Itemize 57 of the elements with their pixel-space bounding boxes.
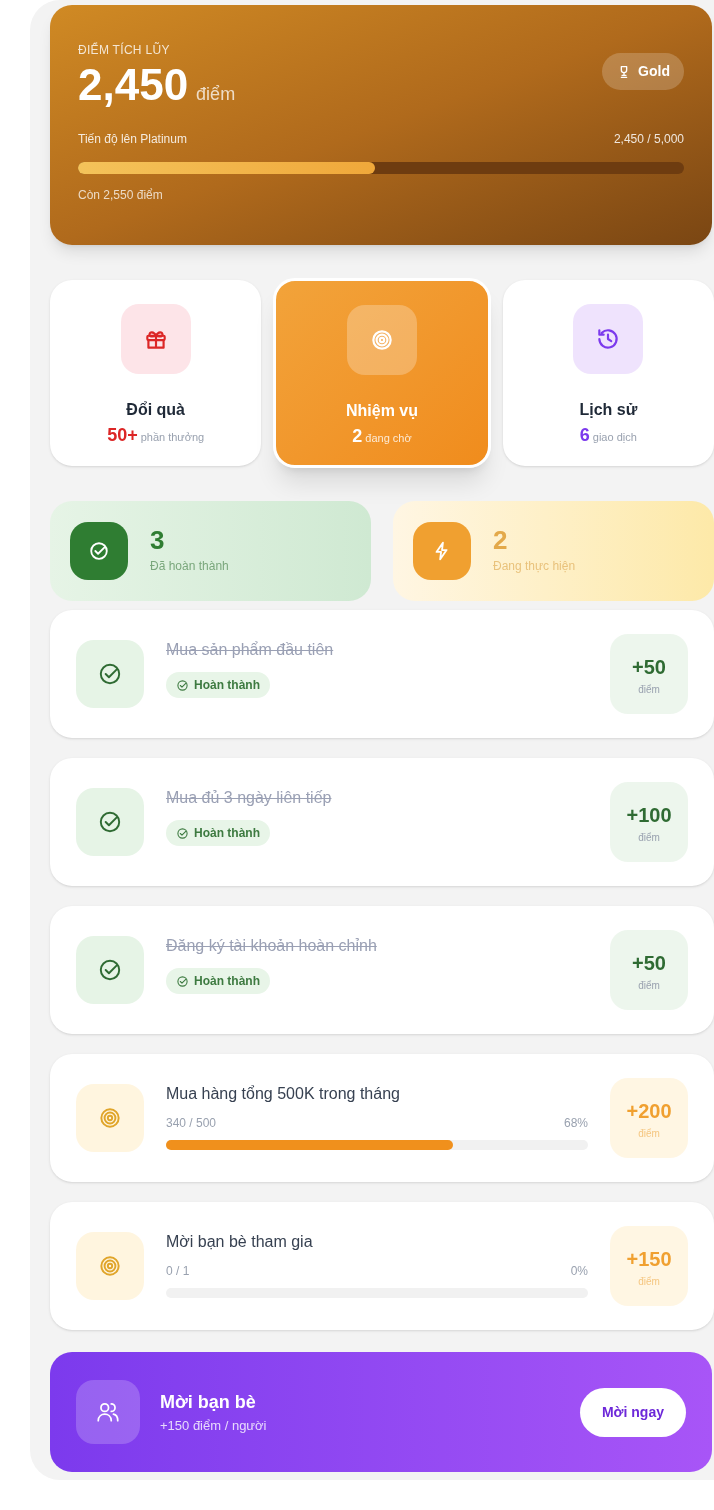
reward-unit: điểm bbox=[638, 1274, 660, 1289]
nav-count: 50+ bbox=[107, 424, 138, 447]
stat-count: 2 bbox=[493, 527, 509, 553]
points-value: 2,450 bbox=[78, 63, 189, 107]
status-badge: Hoàn thành bbox=[166, 820, 270, 846]
nav-card[interactable]: Đổi quà 50+ phần thưởng bbox=[50, 280, 262, 466]
progress-percent: 68% bbox=[563, 1115, 588, 1132]
task-title: Mua sản phẩm đầu tiên bbox=[166, 640, 335, 660]
invite-subtitle: +150 điểm / người bbox=[160, 1416, 268, 1435]
stat-label: Đang thực hiện bbox=[493, 558, 576, 575]
stat-label: Đã hoàn thành bbox=[150, 558, 229, 575]
reward-unit: điểm bbox=[638, 978, 660, 993]
tier-badge: Gold bbox=[602, 53, 684, 90]
nav-title: Lịch sử bbox=[579, 400, 638, 420]
target-icon bbox=[369, 327, 395, 353]
progress-percent: 0% bbox=[570, 1263, 588, 1280]
check-circle-icon bbox=[176, 678, 189, 692]
reward-unit: điểm bbox=[638, 1126, 660, 1141]
task-title: Mua đủ 3 ngày liên tiếp bbox=[166, 788, 333, 808]
progress-reading: 340 / 500 bbox=[166, 1115, 217, 1132]
check-circle-icon bbox=[97, 957, 123, 983]
reward-unit: điểm bbox=[638, 830, 660, 845]
status-badge: Hoàn thành bbox=[166, 968, 270, 994]
reward-points: +200 bbox=[626, 1098, 672, 1124]
progress-reading: 0 / 1 bbox=[166, 1263, 190, 1280]
reward-points: +100 bbox=[626, 802, 672, 828]
nav-count: 2 bbox=[352, 425, 363, 448]
card-label: ĐIỂM TÍCH LŨY bbox=[78, 41, 171, 59]
check-circle-icon bbox=[97, 661, 123, 687]
reward-points: +50 bbox=[632, 950, 666, 976]
task-title: Mời bạn bè tham gia bbox=[166, 1232, 314, 1252]
task-title: Đăng ký tài khoản hoàn chỉnh bbox=[166, 936, 378, 956]
nav-title: Đổi quà bbox=[126, 400, 185, 420]
check-circle-icon bbox=[88, 540, 110, 562]
target-icon bbox=[97, 1105, 123, 1131]
progress-label: Tiến độ lên Platinum bbox=[78, 131, 187, 148]
status-badge: Hoàn thành bbox=[166, 672, 270, 698]
progress-reading: 2,450 / 5,000 bbox=[613, 131, 684, 148]
target-icon bbox=[97, 1253, 123, 1279]
nav-caption: giao dịch bbox=[592, 430, 637, 445]
stat-count: 3 bbox=[150, 527, 166, 553]
reward-points: +150 bbox=[626, 1246, 672, 1272]
nav-count: 6 bbox=[579, 424, 590, 447]
check-circle-icon bbox=[176, 826, 189, 840]
invite-title: Mời bạn bè bbox=[160, 1390, 257, 1414]
check-circle-icon bbox=[97, 809, 123, 835]
reward-points: +50 bbox=[632, 654, 666, 680]
points-unit: điểm bbox=[196, 83, 236, 106]
task-title: Mua hàng tổng 500K trong tháng bbox=[166, 1084, 401, 1104]
nav-card[interactable]: Lịch sử 6 giao dịch bbox=[502, 280, 714, 466]
check-circle-icon bbox=[176, 974, 189, 988]
nav-title: Nhiệm vụ bbox=[346, 401, 418, 421]
nav-caption: đang chờ bbox=[365, 431, 412, 446]
remaining-text: Còn 2,550 điểm bbox=[78, 187, 164, 204]
nav-caption: phần thưởng bbox=[140, 430, 205, 445]
reward-unit: điểm bbox=[638, 682, 660, 697]
invite-button[interactable]: Mời ngay bbox=[579, 1387, 686, 1437]
